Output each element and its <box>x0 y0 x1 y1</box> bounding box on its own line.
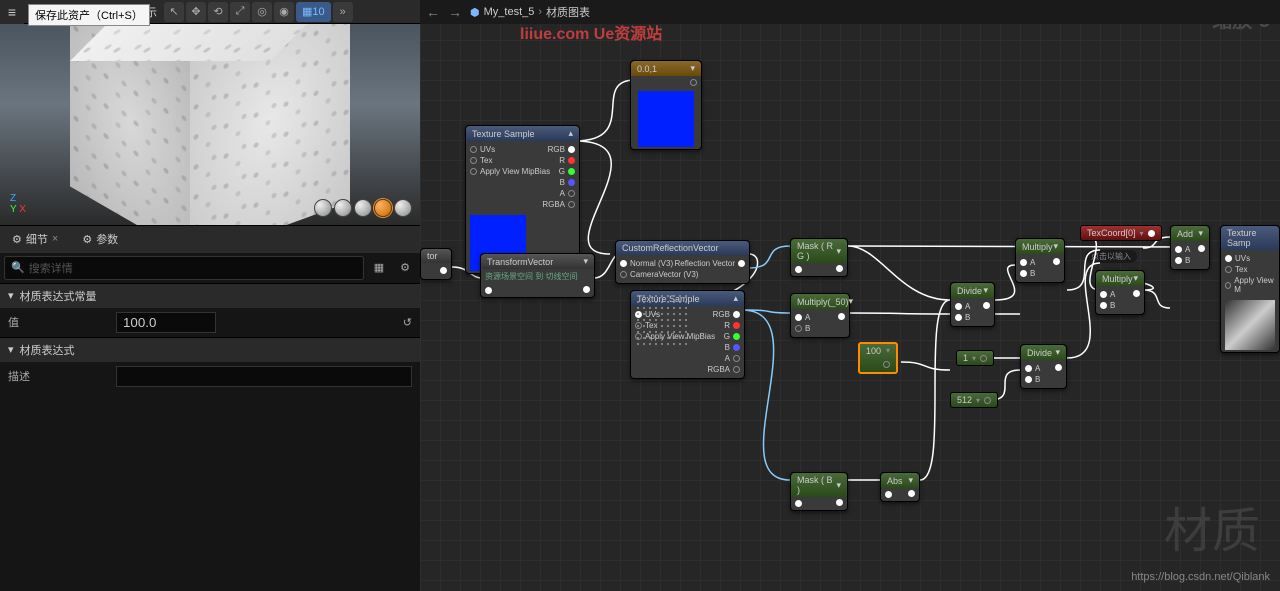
focus-tool[interactable]: ◎ <box>252 2 272 22</box>
desc-input[interactable] <box>116 366 412 387</box>
preview-noise <box>635 293 691 349</box>
settings-icon[interactable]: ⚙ <box>394 257 416 279</box>
graph-editor[interactable]: ← → ⬢ My_test_5 › 材质图表 缩放-3 liiue.com Ue… <box>420 0 1280 591</box>
node-divide-2[interactable]: Divide▾ A B <box>1020 344 1067 389</box>
node-constant-100[interactable]: 100▾ <box>858 342 898 374</box>
graph-toolbar: ← → ⬢ My_test_5 › 材质图表 <box>420 0 1280 24</box>
node-reflection-vector[interactable]: CustomReflectionVector Normal (V3)Reflec… <box>615 240 750 284</box>
node-mask-rg[interactable]: Mask ( R G )▾ <box>790 238 848 277</box>
watermark-url: https://blog.csdn.net/Qiblank <box>1131 571 1270 583</box>
globe-tool[interactable]: ◉ <box>274 2 294 22</box>
node-divide-1[interactable]: Divide▾ A B <box>950 282 995 327</box>
panel-tabs: ⚙ 细节 × ⚙ 参数 <box>0 225 420 253</box>
prop-value-row: 值 ↺ <box>0 308 420 337</box>
node-constant-512[interactable]: 512▾ <box>950 392 998 408</box>
node-texture-sample-1[interactable]: Texture Sample▴ UVsRGB TexR Apply View M… <box>465 125 580 274</box>
node-texcoord[interactable]: TexCoord[0]▾ <box>1080 225 1162 241</box>
node-mask-b[interactable]: Mask ( B )▾ <box>790 472 848 511</box>
preview-blue <box>638 91 694 147</box>
node-add[interactable]: Add▾ A B <box>1170 225 1210 270</box>
tab-details[interactable]: ⚙ 细节 × <box>0 227 70 251</box>
node-multiply-50[interactable]: Multiply(_50)▾ A B <box>790 293 850 338</box>
shape-plane[interactable] <box>354 199 372 217</box>
node-vector-cut[interactable]: tor <box>420 248 452 280</box>
value-input[interactable] <box>116 312 216 333</box>
viewport-toolbar: ≡ 保存此资产（Ctrl+S） 示 ↖ ✥ ⟲ ⤢ ◎ ◉ ▦ 10 » <box>0 0 420 24</box>
value-label: 值 <box>8 314 108 330</box>
left-panel: ≡ 保存此资产（Ctrl+S） 示 ↖ ✥ ⟲ ⤢ ◎ ◉ ▦ 10 » ZY … <box>0 0 420 591</box>
node-constant-001[interactable]: 0.0,1▾ <box>630 60 702 150</box>
node-multiply-1[interactable]: Multiply▾ A B <box>1015 238 1065 283</box>
breadcrumb[interactable]: ⬢ My_test_5 › 材质图表 <box>470 4 590 20</box>
prop-desc-row: 描述 <box>0 362 420 391</box>
scale-tool[interactable]: ⤢ <box>230 2 250 22</box>
preview-viewport[interactable]: ZY X <box>0 24 420 225</box>
search-row: 🔍 搜索详情 ▦ ⚙ <box>0 253 420 283</box>
shape-custom[interactable] <box>394 199 412 217</box>
watermark-big: 材质 <box>1164 491 1260 561</box>
tab-params[interactable]: ⚙ 参数 <box>70 227 130 251</box>
uv-hint[interactable]: 点击以输入 <box>1085 250 1137 263</box>
save-tooltip: 保存此资产（Ctrl+S） <box>28 4 150 26</box>
close-icon[interactable]: × <box>52 233 58 245</box>
node-texture-sample-2[interactable]: Texture Sample▴ UVsRGB TexR Apply View M… <box>630 290 745 379</box>
chevron[interactable]: » <box>333 2 353 22</box>
shape-cylinder[interactable] <box>314 199 332 217</box>
desc-label: 描述 <box>8 368 108 384</box>
preview-metal <box>1225 300 1275 350</box>
section-expression[interactable]: ▾ 材质表达式 <box>0 337 420 362</box>
menu-button[interactable]: ≡ <box>0 0 24 24</box>
section-constant[interactable]: ▾ 材质表达式常量 <box>0 283 420 308</box>
search-input[interactable]: 🔍 搜索详情 <box>4 256 364 280</box>
select-tool[interactable]: ↖ <box>164 2 184 22</box>
nav-forward[interactable]: → <box>448 4 462 20</box>
shape-selector <box>314 199 412 217</box>
reset-icon[interactable]: ↺ <box>403 316 412 329</box>
shape-cube[interactable] <box>374 199 392 217</box>
node-constant-1[interactable]: 1▾ <box>956 350 994 366</box>
nav-back[interactable]: ← <box>426 4 440 20</box>
rotate-tool[interactable]: ⟲ <box>208 2 228 22</box>
grid-view-icon[interactable]: ▦ <box>368 257 390 279</box>
shape-sphere[interactable] <box>334 199 352 217</box>
node-abs[interactable]: Abs▾ <box>880 472 920 502</box>
grid-toggle[interactable]: ▦ 10 <box>296 2 331 22</box>
axis-gizmo: ZY X <box>10 193 26 215</box>
node-texture-sample-3[interactable]: Texture Samp UVs Tex Apply View M <box>1220 225 1280 353</box>
node-transform-vector[interactable]: TransformVector▾ 资源场景空间 到 切线空间 <box>480 253 595 298</box>
node-multiply-2[interactable]: Multiply▾ A B <box>1095 270 1145 315</box>
move-tool[interactable]: ✥ <box>186 2 206 22</box>
